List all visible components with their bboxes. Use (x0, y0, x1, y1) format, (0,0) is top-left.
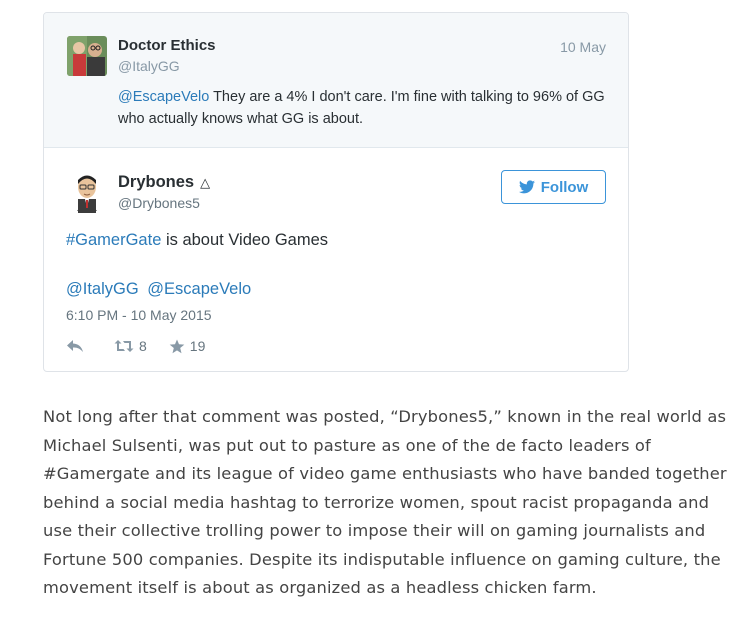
avatar[interactable] (67, 171, 107, 213)
retweet-count: 8 (139, 338, 147, 354)
reply-button[interactable] (66, 339, 84, 353)
mention-link[interactable]: @ItalyGG (66, 280, 139, 298)
tweet-body: is about Video Games (161, 231, 329, 249)
twitter-bird-icon (518, 180, 535, 194)
avatar[interactable] (67, 36, 107, 76)
parent-tweet[interactable]: Doctor Ethics @ItalyGG 10 May @EscapeVel… (44, 13, 628, 148)
reply-icon (67, 340, 83, 352)
triangle-icon: △ (200, 175, 211, 190)
mention-link[interactable]: @EscapeVelo (147, 280, 251, 298)
parent-tweet-text: @EscapeVelo They are a 4% I don't care. … (118, 86, 608, 130)
author-handle[interactable]: @Drybones5 (118, 195, 200, 211)
mention-link[interactable]: @EscapeVelo (118, 89, 209, 105)
embedded-tweet: Doctor Ethics @ItalyGG 10 May @EscapeVel… (43, 12, 629, 372)
parent-tweet-date[interactable]: 10 May (560, 39, 606, 55)
retweet-button[interactable]: 8 (114, 338, 147, 354)
tweet-timestamp[interactable]: 6:10 PM - 10 May 2015 (66, 307, 212, 323)
tweet-actions: 8 19 (66, 338, 227, 354)
favorite-count: 19 (189, 338, 206, 354)
parent-author-name[interactable]: Doctor Ethics (118, 37, 216, 54)
star-icon (169, 339, 185, 353)
follow-label: Follow (540, 178, 589, 196)
favorite-button[interactable]: 19 (169, 338, 206, 354)
hashtag-link[interactable]: #GamerGate (66, 231, 161, 249)
parent-author-handle[interactable]: @ItalyGG (118, 58, 180, 74)
tweet-text: #GamerGate is about Video Games (66, 231, 328, 250)
author-name[interactable]: Drybones △ (118, 173, 210, 192)
retweet-icon (114, 340, 134, 352)
article-paragraph: Not long after that comment was posted, … (43, 407, 727, 597)
tweet-mentions: @ItalyGG @EscapeVelo (66, 280, 255, 299)
follow-button[interactable]: Follow (501, 170, 606, 204)
author-name-text: Drybones (118, 173, 195, 191)
